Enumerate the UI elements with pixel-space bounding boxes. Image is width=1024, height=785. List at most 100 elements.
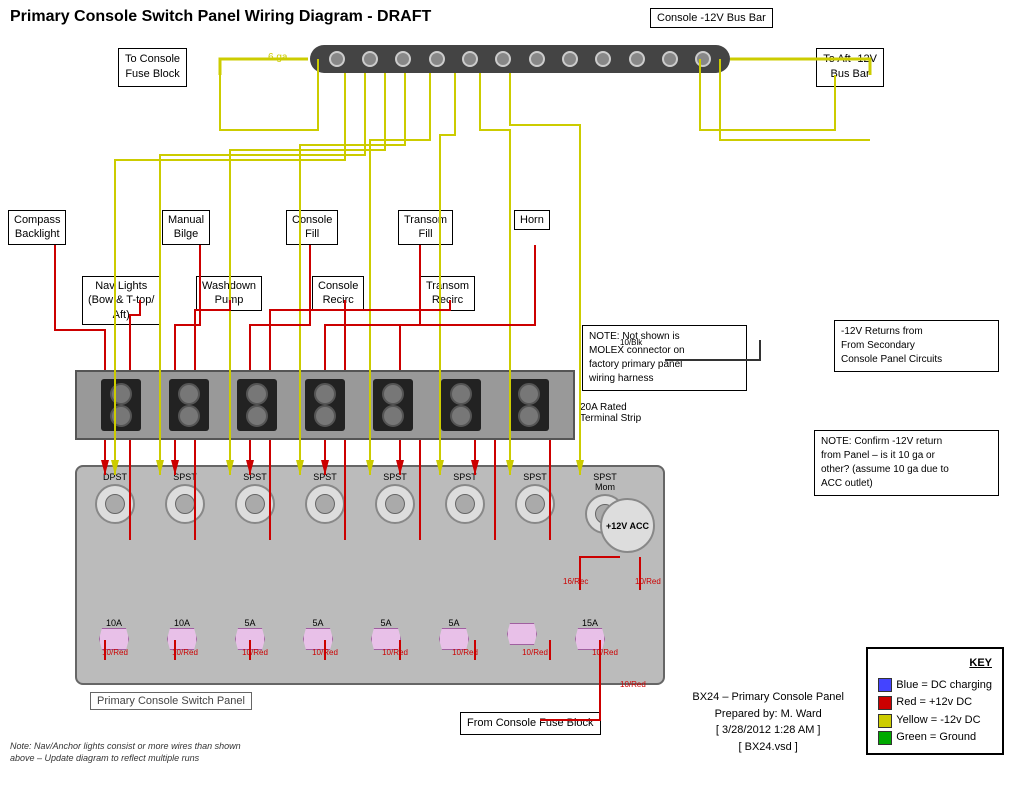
terminal-strip-label: 20A RatedTerminal Strip bbox=[580, 402, 641, 424]
fuse-shape-3 bbox=[235, 628, 265, 650]
wire-10red-acc: 10/Red bbox=[635, 577, 661, 586]
key-color-blue bbox=[878, 678, 892, 692]
bus-terminal-9 bbox=[595, 51, 611, 67]
bus-terminal-3 bbox=[395, 51, 411, 67]
key-color-red bbox=[878, 696, 892, 710]
switch-spst-2: SPST bbox=[220, 472, 290, 534]
switch-type-spst-mom: SPSTMom bbox=[593, 472, 617, 492]
switch-inner-1 bbox=[105, 494, 125, 514]
page-title: Primary Console Switch Panel Wiring Diag… bbox=[10, 8, 431, 26]
fuse-label-2: 10A bbox=[174, 618, 190, 628]
fuse-label-5: 5A bbox=[380, 618, 391, 628]
screw-bot-3 bbox=[246, 405, 268, 427]
terminal-block-3 bbox=[237, 379, 277, 431]
switch-row: DPST SPST SPST SPST SPST SPST SPST SPST bbox=[80, 472, 670, 534]
screw-top-6 bbox=[450, 383, 472, 405]
fuse-label-4: 5A bbox=[312, 618, 323, 628]
switch-circle-7 bbox=[515, 484, 555, 524]
fuse-shape-8 bbox=[575, 628, 605, 650]
terminal-block-2 bbox=[169, 379, 209, 431]
manual-bilge-label: ManualBilge bbox=[162, 210, 210, 245]
key-label-green: Green = Ground bbox=[896, 729, 976, 747]
switch-panel-label: Primary Console Switch Panel bbox=[90, 692, 252, 710]
fuse-shape-5 bbox=[371, 628, 401, 650]
screw-bot-6 bbox=[450, 405, 472, 427]
console-recirc-label: ConsoleRecirc bbox=[312, 276, 364, 311]
fuse-label-8: 15A bbox=[582, 618, 598, 628]
key-label-blue: Blue = DC charging bbox=[896, 677, 992, 695]
bus-terminal-8 bbox=[562, 51, 578, 67]
nav-lights-label: Nav Lights(Bow & T-top/Aft) bbox=[82, 276, 160, 325]
key-color-green bbox=[878, 731, 892, 745]
bottom-note: Note: Nav/Anchor lights consist or more … bbox=[10, 740, 250, 765]
transom-recirc-label: TransomRecirc bbox=[420, 276, 475, 311]
bus-terminal-2 bbox=[362, 51, 378, 67]
key-title: KEY bbox=[878, 655, 992, 673]
terminal-block-4 bbox=[305, 379, 345, 431]
screw-top-1 bbox=[110, 383, 132, 405]
wire-label-6: 10/Red bbox=[430, 648, 500, 657]
switch-type-spst-1: SPST bbox=[173, 472, 197, 482]
terminal-block-5 bbox=[373, 379, 413, 431]
terminal-block-1 bbox=[101, 379, 141, 431]
switch-inner-3 bbox=[245, 494, 265, 514]
fuse-1: 10A bbox=[80, 618, 148, 650]
fuse-6: 5A bbox=[420, 618, 488, 650]
wire-label-8: 10/Red bbox=[570, 648, 640, 657]
screw-top-3 bbox=[246, 383, 268, 405]
bx24-info: BX24 – Primary Console Panel Prepared by… bbox=[692, 689, 844, 755]
bus-terminal-11 bbox=[662, 51, 678, 67]
wire-label-1: 10/Red bbox=[80, 648, 150, 657]
fuse-shape-6 bbox=[439, 628, 469, 650]
bus-terminal-12 bbox=[695, 51, 711, 67]
switch-type-spst-5: SPST bbox=[453, 472, 477, 482]
console-fill-label: ConsoleFill bbox=[286, 210, 338, 245]
bus-ga-left: 6 ga bbox=[268, 52, 287, 63]
bus-terminal-5 bbox=[462, 51, 478, 67]
fuse-shape-7 bbox=[507, 623, 537, 645]
fuse-2: 10A bbox=[148, 618, 216, 650]
fuse-row: 10A 10A 5A 5A 5A 5A 15A bbox=[80, 618, 670, 650]
switch-spst-1: SPST bbox=[150, 472, 220, 534]
wire-16rec: 16/Rec bbox=[563, 577, 588, 586]
wire-label-4: 10/Red bbox=[290, 648, 360, 657]
key-label-red: Red = +12v DC bbox=[896, 694, 972, 712]
terminal-block-7 bbox=[509, 379, 549, 431]
bx24-line2: Prepared by: M. Ward bbox=[692, 706, 844, 723]
switch-spst-3: SPST bbox=[290, 472, 360, 534]
screw-bot-5 bbox=[382, 405, 404, 427]
switch-spst-4: SPST bbox=[360, 472, 430, 534]
screw-bot-4 bbox=[314, 405, 336, 427]
screw-top-4 bbox=[314, 383, 336, 405]
switch-dpst: DPST bbox=[80, 472, 150, 534]
screw-bot-1 bbox=[110, 405, 132, 427]
switch-inner-2 bbox=[175, 494, 195, 514]
bus-bar bbox=[310, 45, 730, 73]
switch-circle-4 bbox=[305, 484, 345, 524]
from-console-fuse-label: From Console Fuse Block bbox=[460, 712, 601, 735]
horn-label: Horn bbox=[514, 210, 550, 230]
wire-10red-bottom: 10/Red bbox=[620, 680, 646, 689]
confirm-note: NOTE: Confirm -12V returnfrom Panel – is… bbox=[814, 430, 999, 496]
key-row-green: Green = Ground bbox=[878, 729, 992, 747]
switch-type-spst-2: SPST bbox=[243, 472, 267, 482]
wire-label-2: 10/Red bbox=[150, 648, 220, 657]
switch-spst-5: SPST bbox=[430, 472, 500, 534]
wire-label-7: 10/Red bbox=[500, 648, 570, 657]
key-row-blue: Blue = DC charging bbox=[878, 677, 992, 695]
screw-bot-2 bbox=[178, 405, 200, 427]
screw-bot-7 bbox=[518, 405, 540, 427]
fuse-shape-2 bbox=[167, 628, 197, 650]
switch-circle-6 bbox=[445, 484, 485, 524]
molex-note: NOTE: Not shown isMOLEX connector onfact… bbox=[582, 325, 747, 391]
fuse-label-6: 5A bbox=[448, 618, 459, 628]
bus-terminal-1 bbox=[329, 51, 345, 67]
switch-circle-1 bbox=[95, 484, 135, 524]
fuse-label-3: 5A bbox=[244, 618, 255, 628]
fuse-3: 5A bbox=[216, 618, 284, 650]
bx24-line4: [ BX24.vsd ] bbox=[692, 739, 844, 756]
switch-inner-4 bbox=[315, 494, 335, 514]
wire-label-5: 10/Red bbox=[360, 648, 430, 657]
fuse-4: 5A bbox=[284, 618, 352, 650]
diagram-container: Primary Console Switch Panel Wiring Diag… bbox=[0, 0, 1024, 785]
